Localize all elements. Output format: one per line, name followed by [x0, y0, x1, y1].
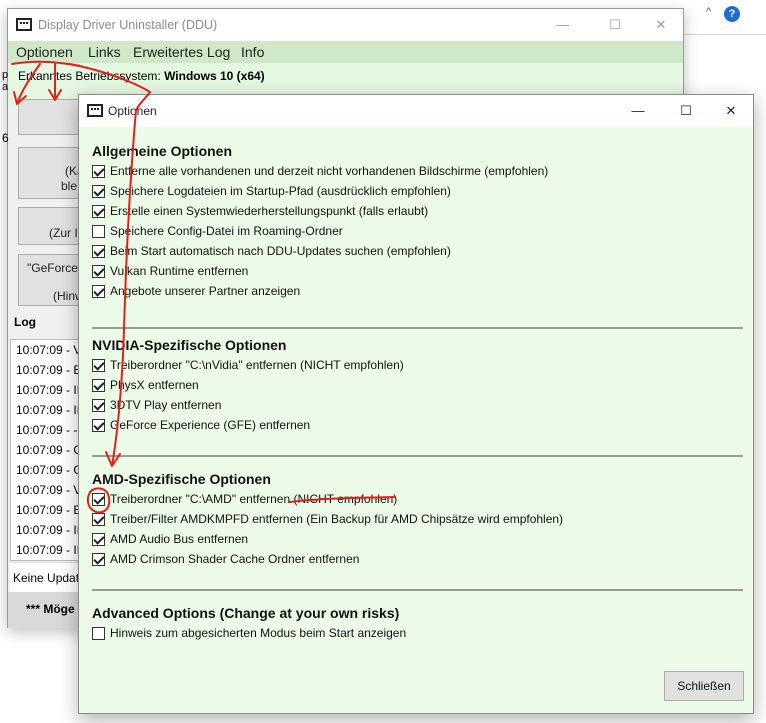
option-label: Treiberordner "C:\nVidia" entfernen (NIC… — [110, 358, 404, 372]
checkbox-checked[interactable] — [92, 419, 105, 432]
ddu-app-icon — [16, 18, 32, 31]
options-section-4: Advanced Options (Change at your own ris… — [92, 605, 743, 640]
side-fragment: 6 — [2, 131, 9, 145]
log-row: 10:07:09 - V — [16, 483, 82, 497]
status-bar: Keine Updat — [10, 562, 82, 592]
menu-erweitertes-log[interactable]: Erweitertes Log — [133, 44, 230, 60]
action-button-2-line1: (Zur I — [49, 226, 78, 240]
menu-info[interactable]: Info — [241, 44, 264, 60]
section-heading: AMD-Spezifische Optionen — [92, 471, 271, 487]
minimize-button[interactable]: — — [540, 9, 586, 41]
action-button-3-line1: "GeForce — [27, 261, 78, 275]
action-button-1-line2: ble — [61, 179, 78, 193]
log-row: 10:07:09 - IN — [16, 403, 82, 417]
option-label: GeForce Experience (GFE) entfernen — [110, 418, 311, 432]
log-row: 10:07:09 - IN — [16, 383, 82, 397]
option-label: AMD Crimson Shader Cache Ordner entferne… — [110, 552, 360, 566]
log-row: 10:07:09 - -- — [16, 423, 82, 437]
section-heading: NVIDIA-Spezifische Optionen — [92, 337, 287, 353]
checkbox-checked[interactable] — [92, 205, 105, 218]
option-label: Hinweis zum abgesicherten Modus beim Sta… — [110, 626, 407, 640]
left-fragment-2: a — [2, 81, 9, 93]
menu-optionen[interactable]: Optionen — [16, 44, 73, 60]
status-text: Keine Updat — [13, 571, 80, 585]
option-label: Speichere Logdateien im Startup-Pfad (au… — [110, 184, 451, 198]
option-label: 3DTV Play entfernen — [110, 398, 222, 412]
options-dialog: Optionen — ☐ ✕ Allgemeine Optionen Entfer… — [78, 94, 754, 714]
option-label: Treiberordner "C:\AMD" entfernen (NICHT … — [110, 492, 398, 506]
option-label: Speichere Config-Datei im Roaming-Ordner — [110, 224, 343, 238]
ddu-app-icon — [87, 104, 103, 117]
log-row: 10:07:09 - E — [16, 503, 82, 517]
section-divider — [92, 455, 743, 457]
help-icon[interactable]: ? — [724, 6, 740, 22]
checkbox-checked[interactable] — [92, 185, 105, 198]
maximize-button[interactable]: ☐ — [592, 9, 638, 41]
checkbox-checked[interactable] — [92, 399, 105, 412]
os-label: Erkanntes Betriebssystem: Windows 10 (x6… — [18, 69, 265, 83]
option-label: Beim Start automatisch nach DDU-Updates … — [110, 244, 451, 258]
options-section-3: AMD-Spezifische Optionen Treiberordner "C… — [92, 471, 743, 591]
log-row: 10:07:09 - V — [16, 343, 82, 357]
main-titlebar: Display Driver Uninstaller (DDU) — ☐ ✕ — [8, 9, 683, 41]
notice-bar: *** Möge — [8, 592, 80, 628]
options-dialog-title: Optionen — [108, 104, 157, 118]
background-divider — [684, 34, 766, 35]
log-list[interactable]: 10:07:09 - V 10:07:09 - E 10:07:09 - IN 10:… — [10, 339, 82, 561]
checkbox-checked[interactable] — [92, 359, 105, 372]
checkbox-checked[interactable] — [92, 493, 105, 506]
checkbox-unchecked[interactable] — [92, 627, 105, 640]
main-window-title: Display Driver Uninstaller (DDU) — [38, 18, 218, 32]
options-minimize-button[interactable]: — — [615, 95, 661, 127]
os-label-text: Erkanntes Betriebssystem: — [18, 69, 161, 83]
log-label: Log — [14, 315, 36, 329]
checkbox-checked[interactable] — [92, 379, 105, 392]
options-maximize-button[interactable]: ☐ — [663, 95, 709, 127]
option-label: Entferne alle vorhandenen und derzeit ni… — [110, 164, 549, 178]
checkbox-checked[interactable] — [92, 245, 105, 258]
option-label: PhysX entfernen — [110, 378, 199, 392]
section-divider — [92, 327, 743, 329]
section-heading: Allgemeine Optionen — [92, 143, 233, 159]
main-menubar: Optionen Links Erweitertes Log Info — [8, 41, 683, 63]
close-button[interactable]: ✕ — [638, 9, 684, 41]
os-value: Windows 10 (x64) — [164, 69, 265, 83]
option-label: Treiber/Filter AMDKMPFD entfernen (Ein B… — [110, 512, 564, 526]
menu-links[interactable]: Links — [88, 44, 121, 60]
checkbox-checked[interactable] — [92, 165, 105, 178]
notice-text: *** Möge — [26, 602, 75, 616]
option-label: AMD Audio Bus entfernen — [110, 532, 249, 546]
schliessen-button[interactable]: Schließen — [664, 671, 744, 701]
checkbox-unchecked[interactable] — [92, 225, 105, 238]
log-row: 10:07:09 - IN — [16, 543, 82, 557]
log-row: 10:07:09 - G — [16, 443, 82, 457]
options-section-2: NVIDIA-Spezifische Optionen Treiberordner… — [92, 337, 743, 457]
checkbox-checked[interactable] — [92, 285, 105, 298]
log-row: 10:07:09 - E — [16, 363, 82, 377]
options-titlebar: Optionen — ☐ ✕ — [79, 95, 753, 127]
options-section-1: Allgemeine Optionen Entferne alle vorhand… — [92, 143, 743, 329]
checkbox-checked[interactable] — [92, 513, 105, 526]
chevron-up-icon[interactable]: ^ — [706, 6, 711, 18]
option-label: Angebote unserer Partner anzeigen — [110, 284, 301, 298]
log-row: 10:07:09 - IN — [16, 523, 82, 537]
section-divider — [92, 589, 743, 591]
left-fragment-1: p — [2, 69, 9, 81]
options-close-button[interactable]: ✕ — [708, 95, 754, 127]
log-row: 10:07:09 - G — [16, 463, 82, 477]
checkbox-checked[interactable] — [92, 265, 105, 278]
option-label: Erstelle einen Systemwiederherstellungsp… — [110, 204, 429, 218]
checkbox-checked[interactable] — [92, 553, 105, 566]
section-heading: Advanced Options (Change at your own ris… — [92, 605, 400, 621]
checkbox-checked[interactable] — [92, 533, 105, 546]
option-label: Vulkan Runtime entfernen — [110, 264, 249, 278]
